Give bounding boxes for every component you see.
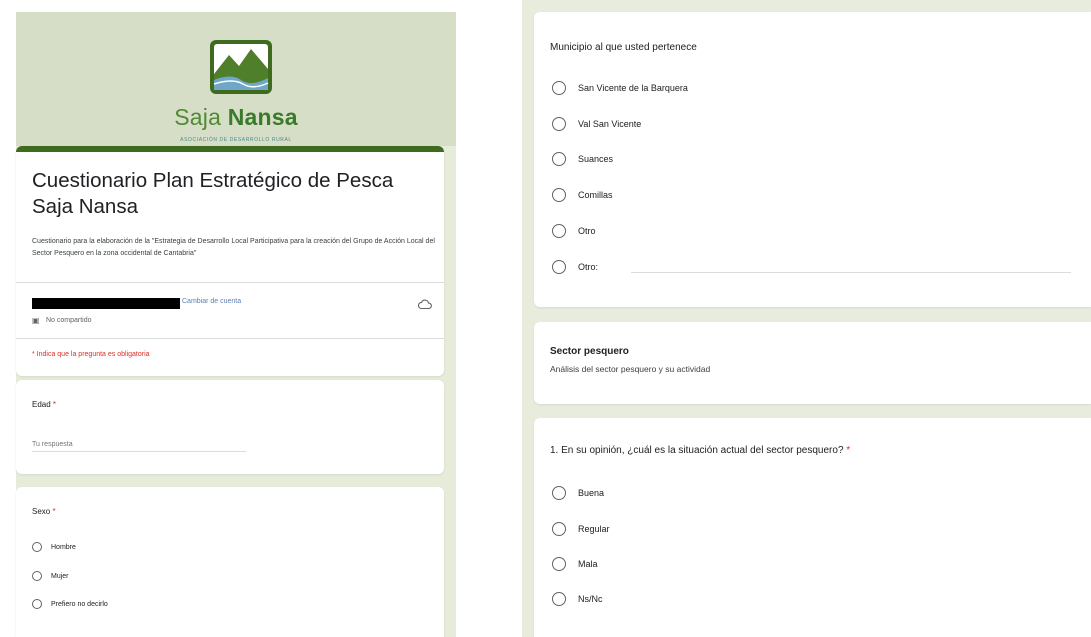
radio-option[interactable]: Otro	[552, 224, 596, 238]
option-label: Mujer	[51, 572, 69, 580]
radio-option[interactable]: Val San Vicente	[552, 117, 641, 131]
option-label: Prefiero no decirlo	[51, 600, 108, 608]
change-account-link[interactable]: Cambiar de cuenta	[182, 298, 241, 305]
section-card-sector-pesquero: Sector pesquero Análisis del sector pesq…	[534, 322, 1091, 404]
not-shared-label: No compartido	[46, 317, 92, 324]
cloud-icon[interactable]	[418, 298, 432, 310]
radio-button-icon[interactable]	[552, 188, 566, 202]
question-card-edad: Edad *	[16, 380, 444, 474]
question-label: Sexo *	[32, 507, 56, 516]
form-header-banner: Saja Nansa ASOCIACIÓN DE DESARROLLO RURA…	[16, 12, 456, 146]
radio-option[interactable]: Hombre	[32, 542, 76, 552]
brand-name: Saja Nansa	[174, 104, 298, 130]
radio-option[interactable]: Regular	[552, 522, 610, 536]
option-label: Val San Vicente	[578, 119, 642, 129]
other-answer-input[interactable]	[631, 272, 1071, 273]
question-card-municipio: Municipio al que usted pertenece San Vic…	[534, 12, 1091, 307]
right-screenshot-panel: Municipio al que usted pertenece San Vic…	[522, 0, 1091, 637]
not-shared-icon: ▣	[32, 316, 40, 325]
radio-button-icon[interactable]	[552, 592, 566, 606]
divider	[16, 338, 444, 339]
form-description: Cuestionario para la elaboración de la "…	[32, 238, 435, 257]
redacted-email	[32, 298, 180, 309]
radio-button-icon[interactable]	[552, 81, 566, 95]
radio-button-icon[interactable]	[552, 522, 566, 536]
option-label: San Vicente de la Barquera	[578, 83, 688, 93]
radio-button-icon[interactable]	[552, 224, 566, 238]
question-label: 1. En su opinión, ¿cuál es la situación …	[550, 445, 851, 456]
question-card-situacion-sector: 1. En su opinión, ¿cuál es la situación …	[534, 418, 1091, 637]
required-note: * Indica que la pregunta es obligatoria	[32, 351, 150, 358]
divider	[16, 282, 444, 283]
form-title-card: Cuestionario Plan Estratégico de Pesca S…	[16, 146, 444, 376]
radio-option[interactable]: Ns/Nc	[552, 592, 603, 606]
form-title: Cuestionario Plan Estratégico de Pesca S…	[32, 169, 394, 218]
option-label: Mala	[578, 559, 598, 569]
radio-option[interactable]: Buena	[552, 486, 604, 500]
option-label: Comillas	[578, 190, 613, 200]
option-label: Hombre	[51, 543, 76, 551]
option-label: Regular	[578, 524, 610, 534]
option-label: Otro:	[578, 262, 599, 272]
radio-option[interactable]: Mala	[552, 557, 598, 571]
radio-button-icon[interactable]	[552, 557, 566, 571]
left-screenshot-panel: Saja Nansa ASOCIACIÓN DE DESARROLLO RURA…	[0, 0, 484, 637]
option-label: Suances	[578, 154, 614, 164]
section-title: Sector pesquero	[550, 346, 629, 357]
question-card-sexo: Sexo * Hombre Mujer Prefiero no decirlo	[16, 487, 444, 637]
option-label: Buena	[578, 488, 605, 498]
radio-button-icon[interactable]	[32, 542, 42, 552]
question-label: Municipio al que usted pertenece	[550, 42, 697, 53]
radio-option[interactable]: Suances	[552, 152, 613, 166]
option-label: Otro	[578, 226, 596, 236]
radio-option[interactable]: San Vicente de la Barquera	[552, 81, 688, 95]
edad-answer-input[interactable]	[32, 437, 246, 452]
radio-button-icon[interactable]	[552, 260, 566, 274]
brand-subtitle: ASOCIACIÓN DE DESARROLLO RURAL	[180, 137, 292, 143]
radio-button-icon[interactable]	[32, 571, 42, 581]
radio-option[interactable]: Mujer	[32, 571, 69, 581]
radio-button-icon[interactable]	[552, 152, 566, 166]
radio-option-other[interactable]: Otro:	[552, 260, 598, 274]
radio-option[interactable]: Comillas	[552, 188, 613, 202]
question-label: Edad *	[32, 400, 57, 409]
saja-nansa-logo-icon	[210, 40, 272, 94]
radio-button-icon[interactable]	[32, 599, 42, 609]
radio-button-icon[interactable]	[552, 486, 566, 500]
option-label: Ns/Nc	[578, 594, 603, 604]
radio-button-icon[interactable]	[552, 117, 566, 131]
section-description: Análisis del sector pesquero y su activi…	[550, 364, 711, 374]
radio-option[interactable]: Prefiero no decirlo	[32, 599, 108, 609]
